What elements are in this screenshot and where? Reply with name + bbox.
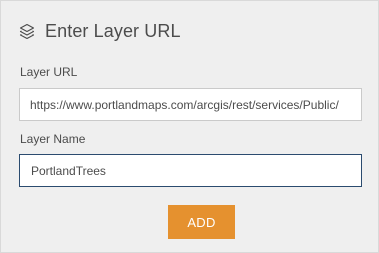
panel-title: Enter Layer URL	[45, 20, 181, 41]
panel-header: Enter Layer URL	[18, 19, 181, 43]
layer-name-label: Layer Name	[20, 132, 86, 146]
layer-url-input[interactable]	[19, 88, 362, 121]
add-button[interactable]: ADD	[168, 205, 235, 239]
layer-url-label: Layer URL	[20, 65, 78, 79]
layer-name-input[interactable]	[19, 154, 362, 187]
add-layer-panel: Enter Layer URL Layer URL Layer Name ADD	[0, 0, 379, 253]
layers-icon	[18, 22, 36, 40]
